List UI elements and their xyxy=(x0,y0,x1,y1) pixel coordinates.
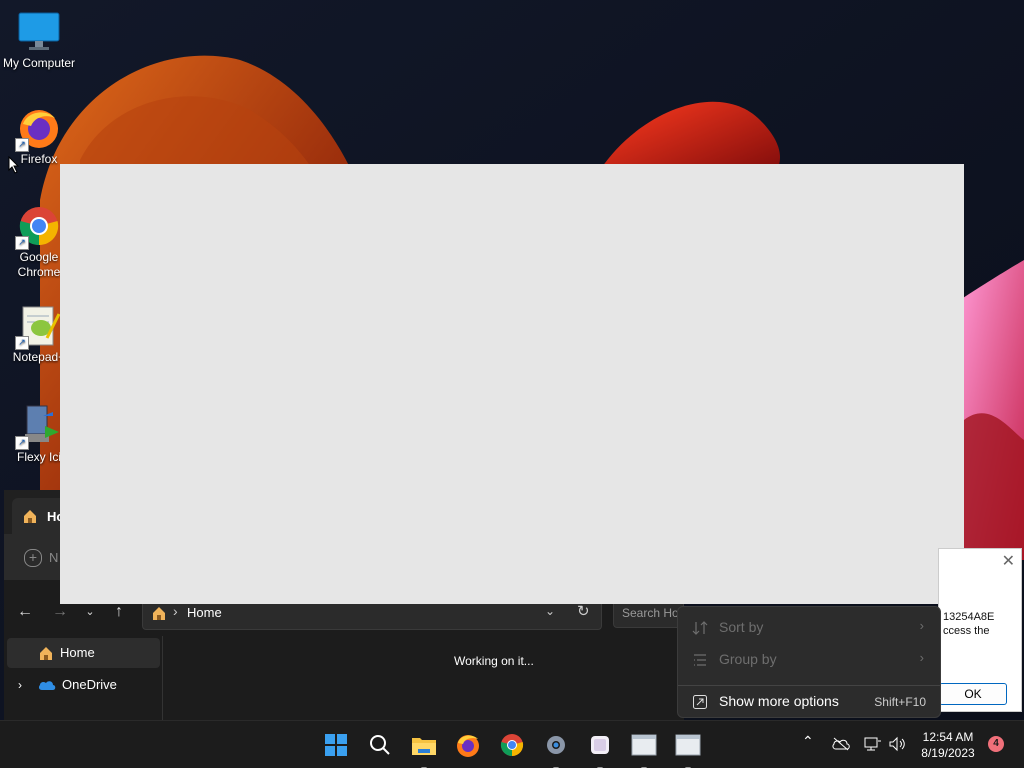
navigation-pane: Home › OneDrive xyxy=(4,636,163,722)
close-icon[interactable]: ✕ xyxy=(1002,551,1015,571)
menu-item-label: Group by xyxy=(719,651,777,667)
chrome-icon: ↗ xyxy=(15,204,61,250)
menu-divider xyxy=(678,685,940,686)
chrome-icon xyxy=(500,734,524,757)
search-icon xyxy=(370,735,390,755)
flexy-icon: ↗ xyxy=(15,404,61,450)
home-icon xyxy=(153,607,165,620)
sidebar-item-label: Home xyxy=(60,645,95,660)
expand-chevron-icon[interactable]: › xyxy=(18,670,22,700)
clock-time: 12:54 AM xyxy=(922,730,974,744)
folder-icon xyxy=(412,738,436,755)
onedrive-offline-icon[interactable] xyxy=(832,737,850,751)
desktop-icon-my-computer[interactable]: My Computer xyxy=(0,10,78,71)
window-icon xyxy=(675,734,701,756)
sidebar-item-home[interactable]: Home xyxy=(7,638,160,668)
notepad-plus-icon: ↗ xyxy=(15,304,61,350)
app-icon xyxy=(591,736,609,754)
dialog-message-line: ccess the xyxy=(943,625,990,637)
back-arrow-icon[interactable]: ← xyxy=(13,600,37,624)
home-icon xyxy=(24,510,36,523)
menu-item-label: Show more options xyxy=(719,693,839,709)
new-plus-icon[interactable]: + xyxy=(24,549,42,567)
show-more-options-icon xyxy=(693,695,707,709)
taskbar-settings[interactable] xyxy=(540,729,572,768)
clock-date: 8/19/2023 xyxy=(921,746,975,760)
firefox-icon: ↗ xyxy=(15,106,61,152)
taskbar-window[interactable] xyxy=(672,729,704,768)
taskbar-chrome[interactable] xyxy=(496,729,528,761)
chevron-right-icon: › xyxy=(919,650,924,665)
new-button-label[interactable]: N xyxy=(49,550,58,565)
gear-icon xyxy=(547,736,565,754)
taskbar-window[interactable] xyxy=(628,729,660,768)
taskbar-app[interactable] xyxy=(584,729,616,768)
ok-button[interactable]: OK xyxy=(939,683,1007,705)
menu-item-label: Sort by xyxy=(719,619,764,635)
breadcrumb[interactable]: Home xyxy=(187,605,222,620)
group-icon xyxy=(694,654,706,666)
shortcut-arrow-icon: ↗ xyxy=(15,336,29,350)
home-icon xyxy=(40,647,52,660)
content-pane: Working on it... xyxy=(164,636,684,722)
keyboard-shortcut: Shift+F10 xyxy=(874,695,926,709)
windows-logo-icon xyxy=(325,734,347,756)
firefox-icon xyxy=(457,735,479,757)
message-dialog: ✕ 13254A8E ccess the OK xyxy=(938,548,1022,712)
breadcrumb-separator-icon: › xyxy=(173,603,178,619)
blank-window[interactable] xyxy=(60,164,964,604)
monitor-icon xyxy=(17,10,61,54)
menu-item-group-by[interactable]: Group by › xyxy=(678,645,940,675)
notification-badge[interactable]: 4 xyxy=(988,736,1004,752)
context-menu: Sort by › Group by › Show more options S… xyxy=(677,606,941,718)
menu-item-show-more-options[interactable]: Show more options Shift+F10 xyxy=(678,687,940,717)
shortcut-arrow-icon: ↗ xyxy=(15,436,29,450)
desktop-icon-label: My Computer xyxy=(2,56,76,70)
taskbar-file-explorer[interactable] xyxy=(408,729,440,768)
taskbar: ⌃ 12:54 AM 8/19/2023 4 xyxy=(0,720,1024,768)
sidebar-item-label: OneDrive xyxy=(62,677,117,692)
search-button[interactable] xyxy=(364,729,396,761)
shortcut-arrow-icon: ↗ xyxy=(15,138,29,152)
show-hidden-icons-chevron-icon[interactable]: ⌃ xyxy=(802,733,814,750)
mouse-cursor-icon xyxy=(8,156,20,174)
dialog-message-line: 13254A8E xyxy=(943,611,995,623)
sidebar-item-onedrive[interactable]: › OneDrive xyxy=(7,670,160,700)
status-text: Working on it... xyxy=(454,654,534,668)
chevron-right-icon: › xyxy=(919,618,924,633)
window-icon xyxy=(631,734,657,756)
volume-icon[interactable] xyxy=(888,736,906,752)
network-icon[interactable] xyxy=(864,736,882,752)
start-button[interactable] xyxy=(320,729,352,761)
onedrive-cloud-icon xyxy=(38,681,56,690)
taskbar-firefox[interactable] xyxy=(452,729,484,761)
system-clock[interactable]: 12:54 AM 8/19/2023 xyxy=(912,729,984,761)
refresh-icon[interactable]: ↻ xyxy=(577,602,590,620)
shortcut-arrow-icon: ↗ xyxy=(15,236,29,250)
sort-icon xyxy=(692,621,708,635)
chevron-down-icon[interactable]: ⌄ xyxy=(545,604,555,618)
menu-item-sort-by[interactable]: Sort by › xyxy=(678,613,940,643)
